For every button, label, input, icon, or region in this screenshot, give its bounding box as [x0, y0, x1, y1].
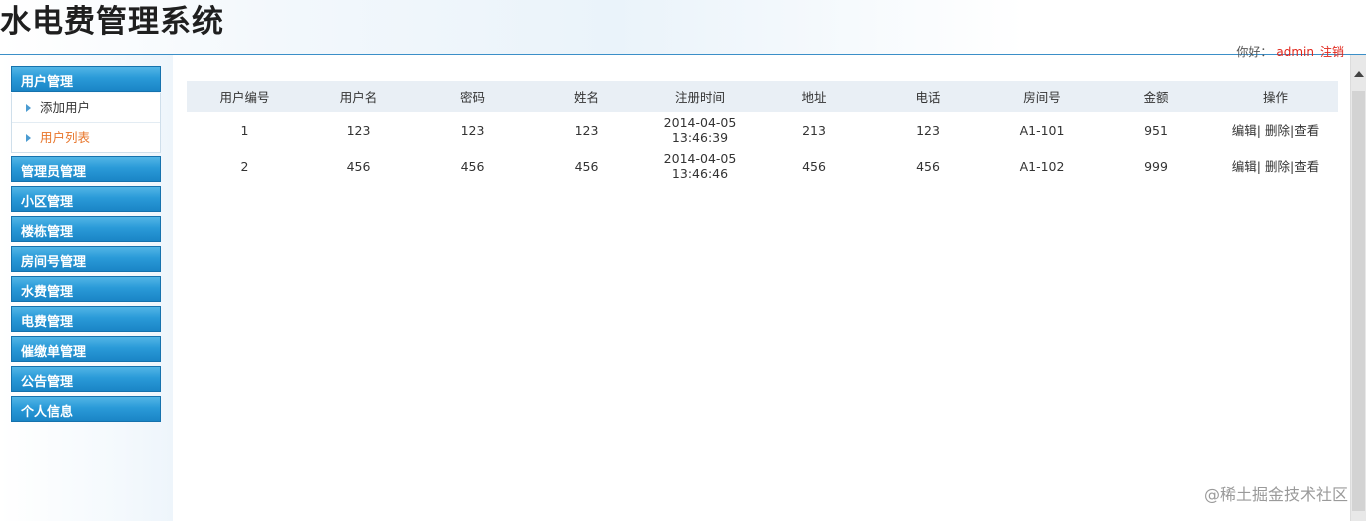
- table-row: 2 456 456 456 2014-04-05 13:46:46 456 456…: [187, 148, 1338, 184]
- main-content: 用户编号 用户名 密码 姓名 注册时间 地址 电话 房间号 金额 操作 1 12…: [187, 81, 1338, 184]
- user-greeting: 你好： admin 注销: [1236, 43, 1344, 60]
- col-header-address: 地址: [757, 81, 871, 112]
- submenu-user-list[interactable]: 用户列表: [12, 123, 160, 152]
- view-link[interactable]: 查看: [1294, 159, 1319, 174]
- cell-name: 456: [574, 158, 599, 174]
- watermark: @稀土掘金技术社区: [1203, 485, 1348, 504]
- col-header-username: 用户名: [302, 81, 415, 112]
- col-header-password: 密码: [415, 81, 530, 112]
- cell-amount: 951: [1144, 122, 1168, 138]
- action-separator: |: [1256, 122, 1261, 138]
- cell-username: 123: [346, 122, 371, 138]
- scroll-up-arrow-icon[interactable]: [1354, 71, 1364, 77]
- cell-name: 123: [574, 122, 599, 138]
- reg-clock: 13:46:46: [671, 166, 729, 181]
- vertical-scrollbar[interactable]: [1350, 55, 1366, 521]
- table-header-row: 用户编号 用户名 密码 姓名 注册时间 地址 电话 房间号 金额 操作: [187, 81, 1338, 112]
- cell-username: 456: [346, 158, 371, 174]
- menu-group-admin[interactable]: 管理员管理: [11, 156, 161, 182]
- reg-date: 2014-04-05: [663, 115, 737, 130]
- view-link[interactable]: 查看: [1294, 123, 1319, 138]
- col-header-actions: 操作: [1213, 81, 1338, 112]
- col-header-id: 用户编号: [187, 81, 302, 112]
- col-header-phone: 电话: [871, 81, 985, 112]
- cell-address: 213: [802, 122, 826, 138]
- action-separator: |: [1256, 158, 1261, 174]
- menu-group-notice[interactable]: 公告管理: [11, 366, 161, 392]
- triangle-right-icon: [26, 133, 31, 142]
- greeting-label: 你好：: [1236, 45, 1273, 59]
- cell-password: 456: [460, 158, 485, 174]
- cell-address: 456: [802, 158, 826, 174]
- reg-clock: 13:46:39: [671, 130, 729, 145]
- cell-id: 2: [240, 158, 249, 174]
- cell-actions: 编辑| 删除|查看: [1213, 148, 1338, 184]
- table-row: 1 123 123 123 2014-04-05 13:46:39 213 123…: [187, 112, 1338, 148]
- delete-link[interactable]: 删除: [1265, 123, 1290, 138]
- cell-phone: 123: [916, 122, 940, 138]
- edit-link[interactable]: 编辑: [1232, 159, 1257, 174]
- cell-amount: 999: [1144, 158, 1168, 174]
- logout-link[interactable]: 注销: [1320, 45, 1344, 59]
- col-header-room: 房间号: [985, 81, 1099, 112]
- cell-room: A1-101: [1019, 122, 1065, 138]
- menu-group-room[interactable]: 房间号管理: [11, 246, 161, 272]
- submenu-add-user[interactable]: 添加用户: [12, 93, 160, 123]
- submenu-user-list-label: 用户列表: [40, 130, 91, 145]
- delete-link[interactable]: 删除: [1265, 159, 1290, 174]
- cell-room: A1-102: [1019, 158, 1065, 174]
- cell-phone: 456: [916, 158, 940, 174]
- col-header-name: 姓名: [530, 81, 643, 112]
- cell-password: 123: [460, 122, 485, 138]
- col-header-amount: 金额: [1099, 81, 1213, 112]
- cell-id: 1: [240, 122, 249, 138]
- header: 水电费管理系统 你好： admin 注销: [0, 0, 1366, 59]
- menu-group-water-fee[interactable]: 水费管理: [11, 276, 161, 302]
- triangle-right-icon: [26, 103, 31, 112]
- app-title: 水电费管理系统: [0, 4, 224, 40]
- menu-group-building[interactable]: 楼栋管理: [11, 216, 161, 242]
- edit-link[interactable]: 编辑: [1232, 123, 1257, 138]
- menu-group-user[interactable]: 用户管理: [11, 66, 161, 92]
- reg-date: 2014-04-05: [663, 151, 737, 166]
- menu-group-reminder[interactable]: 催缴单管理: [11, 336, 161, 362]
- cell-actions: 编辑| 删除|查看: [1213, 112, 1338, 148]
- menu-group-electric-fee[interactable]: 电费管理: [11, 306, 161, 332]
- cell-reg-time: 2014-04-05 13:46:39: [643, 112, 757, 148]
- username: admin: [1276, 45, 1314, 59]
- col-header-reg-time: 注册时间: [643, 81, 757, 112]
- user-submenu: 添加用户 用户列表: [11, 93, 161, 153]
- menu-group-profile[interactable]: 个人信息: [11, 396, 161, 422]
- scroll-thumb[interactable]: [1352, 91, 1365, 511]
- user-table: 用户编号 用户名 密码 姓名 注册时间 地址 电话 房间号 金额 操作 1 12…: [187, 81, 1338, 184]
- cell-reg-time: 2014-04-05 13:46:46: [643, 148, 757, 184]
- submenu-add-user-label: 添加用户: [40, 100, 91, 115]
- menu-group-community[interactable]: 小区管理: [11, 186, 161, 212]
